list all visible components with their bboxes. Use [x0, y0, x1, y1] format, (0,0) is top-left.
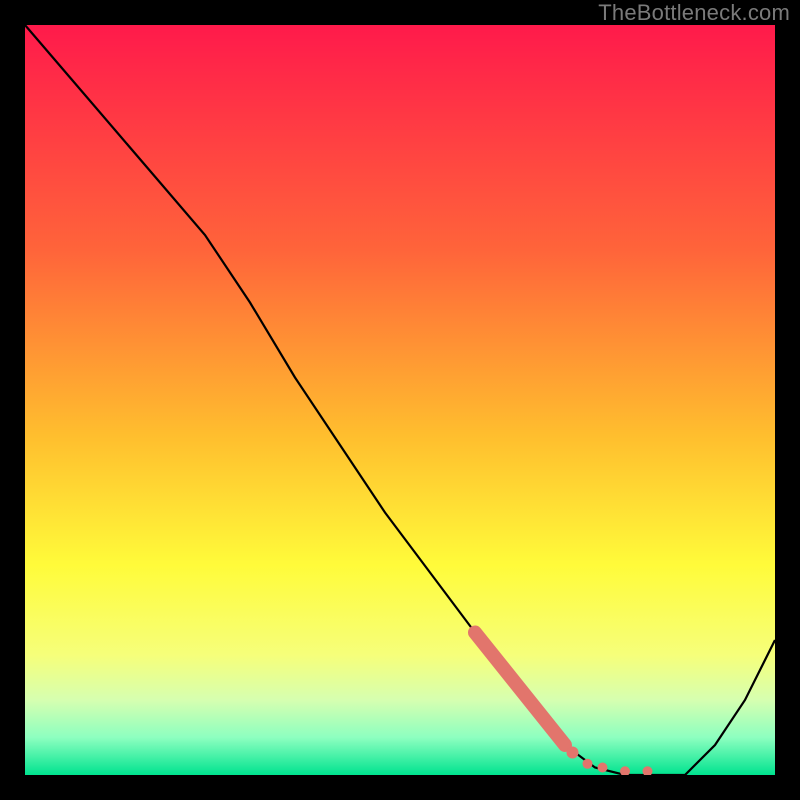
highlight-dot: [567, 747, 579, 759]
bottleneck-chart: [25, 25, 775, 775]
attribution-label: TheBottleneck.com: [598, 0, 790, 26]
chart-frame: TheBottleneck.com: [0, 0, 800, 800]
gradient-background: [25, 25, 775, 775]
highlight-dot: [583, 759, 593, 769]
highlight-dot: [598, 763, 608, 773]
plot-area: [25, 25, 775, 775]
